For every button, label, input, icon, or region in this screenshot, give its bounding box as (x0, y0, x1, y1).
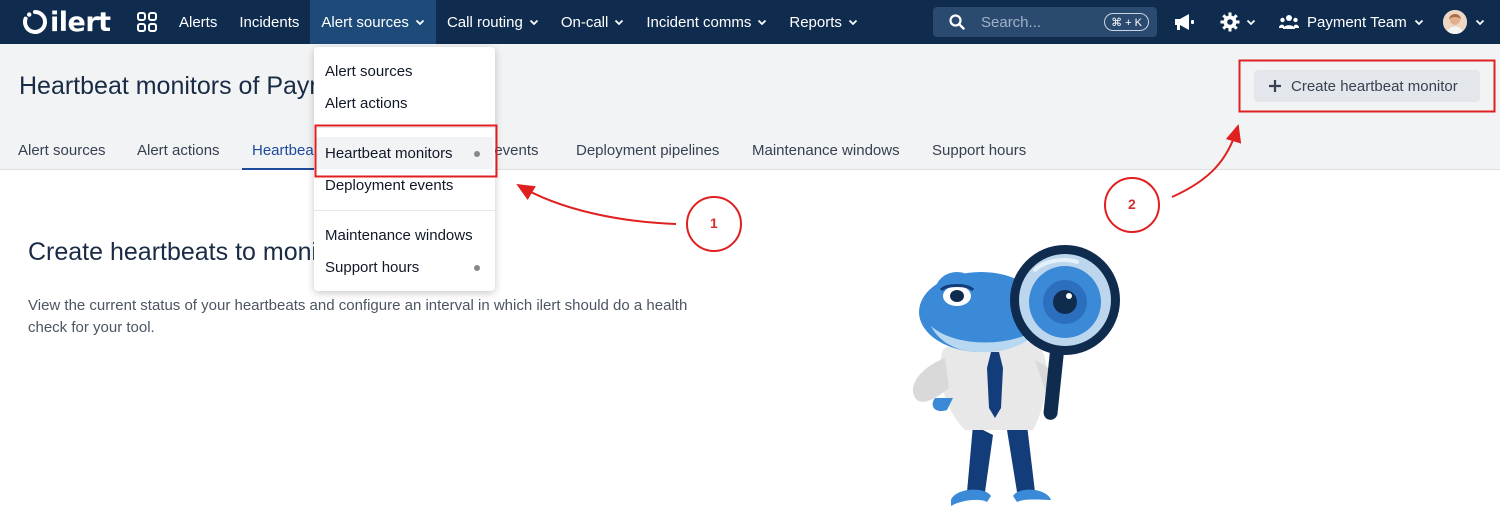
dropdown-item-alert-actions[interactable]: Alert actions (325, 95, 408, 112)
megaphone-icon[interactable] (1173, 12, 1195, 32)
page-header: Heartbeat monitors of Paym Create heartb… (0, 44, 1500, 170)
tab-maintenance-windows[interactable]: Maintenance windows (752, 136, 900, 170)
tab-alert-sources[interactable]: Alert sources (18, 136, 106, 170)
nav-call-routing-label: Call routing (446, 13, 523, 31)
heartbeat-status-dot (474, 151, 480, 157)
tab-label: Maintenance windows (752, 142, 900, 159)
nav-incident-comms-label: Incident comms (646, 13, 752, 31)
nav-incidents[interactable]: Incidents (228, 0, 310, 44)
chevron-down-icon (848, 19, 858, 26)
dropdown-divider (314, 210, 495, 211)
chevron-down-icon (529, 19, 538, 26)
tab-support-hours[interactable]: Support hours (932, 136, 1026, 170)
dropdown-divider (314, 127, 495, 128)
support-hours-status-dot (474, 265, 480, 271)
nav-reports[interactable]: Reports (778, 0, 869, 44)
ilert-logo-icon (23, 10, 47, 34)
chevron-down-icon[interactable] (1475, 17, 1485, 27)
arrow-to-heartbeat-monitors (516, 183, 677, 225)
tab-label: Deployment pipelines (576, 142, 720, 159)
alert-sources-dropdown: Alert sources Alert actions Heartbeat mo… (314, 47, 495, 291)
search-input[interactable]: Search... ⌘ + K (933, 7, 1157, 37)
nav-incident-comms[interactable]: Incident comms (635, 0, 778, 44)
ilert-logo[interactable]: ilert (22, 6, 111, 38)
create-button-label: Create heartbeat monitor (1291, 77, 1458, 95)
frog-detective-illustration (912, 245, 1120, 506)
chevron-down-icon[interactable] (1246, 17, 1256, 27)
tab-label: Alert actions (137, 142, 220, 159)
plus-icon (1269, 80, 1281, 92)
empty-state-headline: Create heartbeats to monit (28, 238, 324, 266)
nav-call-routing[interactable]: Call routing (436, 0, 550, 44)
top-navbar: ilert Alerts Incidents Alert sources Cal… (0, 0, 1500, 44)
chevron-down-icon (1414, 19, 1423, 26)
search-icon (949, 14, 965, 30)
team-name: Payment Team (1307, 13, 1407, 31)
nav-alert-sources[interactable]: Alert sources (310, 0, 436, 44)
gear-icon[interactable] (1220, 12, 1240, 32)
dropdown-item-deployment-events[interactable]: Deployment events (325, 177, 453, 194)
nav-on-call-label: On-call (560, 13, 609, 31)
tab-label: Support hours (932, 142, 1027, 159)
page-title: Heartbeat monitors of Paym (19, 72, 331, 100)
tab-deployment-pipelines[interactable]: Deployment pipelines (576, 136, 719, 170)
brand-name: ilert (50, 6, 111, 38)
team-selector[interactable]: Payment Team (1279, 0, 1424, 44)
nav-incidents-label: Incidents (239, 13, 300, 31)
tab-heartbeat-monitors[interactable]: Heartbea (242, 136, 322, 170)
step-1-label: 1 (710, 215, 718, 231)
create-heartbeat-monitor-button[interactable]: Create heartbeat monitor (1254, 70, 1480, 102)
dropdown-item-maintenance-windows[interactable]: Maintenance windows (325, 227, 473, 244)
dropdown-item-alert-sources[interactable]: Alert sources (325, 63, 413, 80)
empty-state-description: View the current status of your heartbea… (28, 297, 688, 336)
nav-alerts-label: Alerts (179, 13, 218, 31)
tab-label: Heartbea (252, 142, 314, 159)
chevron-down-icon (415, 19, 425, 26)
user-avatar-image (1443, 10, 1467, 34)
apps-grid-icon[interactable] (137, 12, 157, 32)
dropdown-item-support-hours[interactable]: Support hours (325, 259, 419, 276)
dropdown-item-heartbeat-monitors[interactable]: Heartbeat monitors (325, 145, 453, 162)
tab-label: Alert sources (18, 142, 106, 159)
search-shortcut-badge: ⌘ + K (1104, 13, 1149, 31)
nav-alert-sources-label: Alert sources (321, 13, 409, 31)
nav-on-call[interactable]: On-call (550, 0, 636, 44)
step-2-label: 2 (1128, 196, 1136, 212)
chevron-down-icon (758, 19, 767, 26)
nav-reports-label: Reports (789, 13, 842, 31)
chevron-down-icon (615, 19, 624, 26)
avatar[interactable] (1443, 10, 1467, 34)
search-placeholder: Search... (981, 13, 1042, 31)
tab-alert-actions[interactable]: Alert actions (137, 136, 220, 170)
nav-alerts[interactable]: Alerts (168, 0, 228, 44)
users-icon (1279, 15, 1299, 29)
